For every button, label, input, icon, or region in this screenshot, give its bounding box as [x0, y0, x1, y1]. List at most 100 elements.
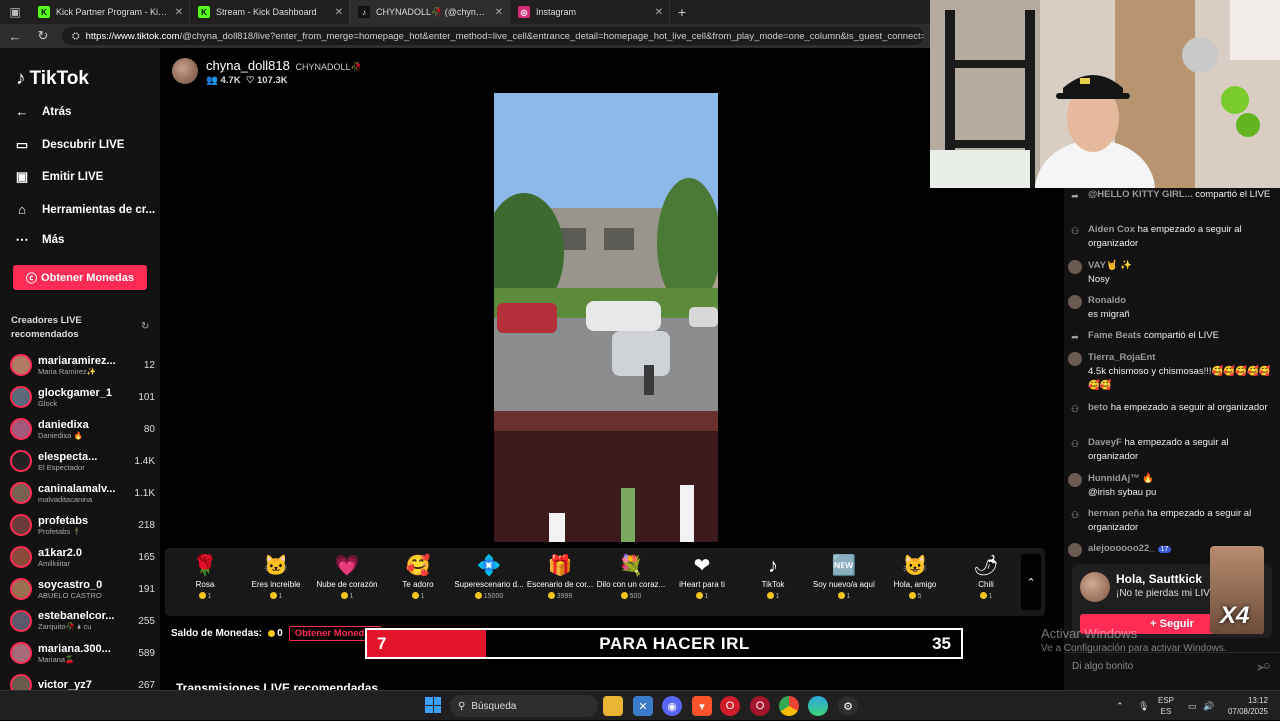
browser-tab[interactable]: K Stream - Kick Dashboard ✕ — [190, 0, 350, 24]
gift-item[interactable]: 😺 Hola, amigo 5 — [879, 552, 951, 600]
chat-username[interactable]: Ronaldo — [1088, 295, 1126, 306]
chrome-icon[interactable] — [779, 696, 799, 716]
refresh-icon[interactable]: ↻ — [141, 321, 149, 332]
chat-message[interactable]: ⚇ beto ha empezado a seguir al organizado… — [1068, 401, 1276, 416]
tiktok-logo[interactable]: ♪ TikTok — [16, 68, 89, 90]
sidebar-nav-item[interactable]: ← Atrás — [14, 104, 72, 119]
chat-username[interactable]: Fame Beats — [1088, 330, 1141, 341]
gift-item[interactable]: 🐱 Eres increíble 1 — [240, 552, 312, 600]
opera-gx-icon[interactable]: O — [750, 696, 770, 716]
brave-icon[interactable]: ▾ — [692, 696, 712, 716]
chat-username[interactable]: Tierra_RojaEnt — [1088, 352, 1155, 363]
chevron-up-icon[interactable]: ⌃ — [1021, 554, 1041, 610]
chat-username[interactable]: HunnidAj™ 🔥 — [1088, 473, 1154, 484]
get-coins-button[interactable]: ⓒ Obtener Monedas — [13, 265, 147, 290]
site-info-icon[interactable]: ⛭ — [72, 31, 80, 42]
microphone-icon[interactable]: 🎙 — [1138, 691, 1149, 721]
chat-input-placeholder: Di algo bonito — [1072, 661, 1134, 672]
gift-item[interactable]: ♪ TikTok 1 — [737, 552, 809, 600]
creator-item[interactable]: soycastro_0 ABUELO CASTRO 191 — [10, 574, 155, 604]
network-icon[interactable]: ▭ — [1188, 691, 1197, 721]
chat-username[interactable]: beto — [1088, 402, 1108, 413]
close-tab-icon[interactable]: ✕ — [175, 7, 183, 18]
chat-message[interactable]: Tierra_RojaEnt 4.5k chismoso y chismosas!… — [1068, 351, 1276, 393]
new-tab-button[interactable]: + — [670, 0, 694, 24]
gift-item[interactable]: 🌶 Chili 1 — [950, 552, 1022, 600]
creator-item[interactable]: victor_yz7 267 — [10, 670, 155, 690]
gift-item[interactable]: ❤ iHeart para ti 1 — [666, 552, 738, 600]
close-tab-icon[interactable]: ✕ — [655, 7, 663, 18]
chat-message[interactable]: ➦ @HELLO KITTY GIRL... compartió el LIVE — [1068, 188, 1276, 203]
gift-item[interactable]: 🎁 Escenario de cor... 3999 — [524, 552, 596, 600]
creator-item[interactable]: daniedixa Daniedixa 🔥 80 — [10, 414, 155, 444]
edge-icon[interactable] — [808, 696, 828, 716]
send-icon[interactable]: ➤ — [1256, 661, 1265, 674]
coin-icon — [269, 592, 277, 599]
file-explorer-icon[interactable] — [603, 696, 623, 716]
windows-start-icon[interactable] — [425, 697, 441, 713]
chat-message[interactable]: ⚇ hernan peña ha empezado a seguir al org… — [1068, 507, 1276, 535]
close-tab-icon[interactable]: ✕ — [495, 7, 503, 18]
chat-message[interactable]: ➦ Fame Beats compartió el LIVE — [1068, 329, 1276, 344]
sidebar-nav-label: Atrás — [42, 105, 72, 118]
creator-item[interactable]: caninalamalv... malvaditacanina 1.1K — [10, 478, 155, 508]
browser-tab[interactable]: ◎ Instagram ✕ — [510, 0, 670, 24]
chat-username[interactable]: @HELLO KITTY GIRL... — [1088, 189, 1193, 200]
sidebar-nav-item[interactable]: ▣ Emitir LIVE — [14, 169, 104, 185]
back-icon[interactable]: ← — [6, 29, 24, 44]
settings-icon[interactable]: ⚙ — [838, 696, 858, 716]
host-info[interactable]: chyna_doll818 CHYNADOLL🥀 👥 4.7K ♡ 107.3K — [172, 58, 362, 86]
chat-message[interactable]: Ronaldo es migrañ — [1068, 294, 1276, 322]
browser-tab[interactable]: K Kick Partner Program - Kick Dash ✕ — [30, 0, 190, 24]
creator-item[interactable]: glockgamer_1 Glock 101 — [10, 382, 155, 412]
discord-icon[interactable]: ◉ — [662, 696, 682, 716]
chat-username[interactable]: hernan peña — [1088, 508, 1145, 519]
creator-viewer-count: 255 — [138, 615, 155, 627]
gift-name: Eres increíble — [251, 580, 301, 589]
reload-icon[interactable]: ↻ — [34, 28, 52, 44]
chat-message[interactable]: HunnidAj™ 🔥 @irish sybau pu — [1068, 472, 1276, 500]
host-avatar[interactable] — [172, 58, 198, 84]
browser-tab[interactable]: ♪ CHYNADOLL🥀 (@chyna_d ✕ — [350, 0, 510, 24]
creator-item[interactable]: elespecta... El Espectador 1.4K — [10, 446, 155, 476]
sidebar-nav-item[interactable]: ▭ Descubrir LIVE — [14, 137, 125, 153]
url-field[interactable]: ⛭ https://www.tiktok.com/@chyna_doll818/… — [62, 27, 924, 45]
gift-item[interactable]: 💠 Superescenario d... 15000 — [453, 552, 525, 600]
creator-item[interactable]: mariaramirez... Maria Ramirez✨ 12 — [10, 350, 155, 380]
recommended-creators-title: Creadores LIVE recomendados — [11, 315, 82, 340]
creator-item[interactable]: a1kar2.0 Amilkiiitar 165 — [10, 542, 155, 572]
sidebar-nav-item[interactable]: ⋯ Más — [14, 232, 65, 248]
window-menu-icon[interactable]: ▣ — [0, 0, 30, 24]
live-video[interactable] — [494, 93, 718, 542]
chat-username[interactable]: Aiden Cox — [1088, 224, 1135, 235]
clock[interactable]: 13:12 07/08/2025 — [1222, 695, 1268, 717]
gift-price: 1 — [169, 592, 241, 600]
creator-item[interactable]: estebanelcor... Zarquito🥀 🌢 cu 255 — [10, 606, 155, 636]
creator-item[interactable]: mariana.300... Mariana🍒 589 — [10, 638, 155, 668]
chat-input[interactable]: Di algo bonito ☺ — [1064, 652, 1280, 680]
close-tab-icon[interactable]: ✕ — [335, 7, 343, 18]
creator-item[interactable]: profetabs Profetabs 🕴 218 — [10, 510, 155, 540]
back-arrow-icon: ← — [15, 104, 29, 119]
taskbar-search[interactable]: ⚲ Búsqueda — [450, 695, 598, 717]
gift-item[interactable]: 💐 Dilo con un coraz... 500 — [595, 552, 667, 600]
language-indicator[interactable]: ESP ES — [1158, 695, 1174, 717]
chat-message[interactable]: VAY🤘 ✨ Nosy — [1068, 259, 1276, 287]
gift-item[interactable]: 🌹 Rosa 1 — [169, 552, 241, 600]
creator-viewer-count: 267 — [138, 679, 155, 691]
gift-item[interactable]: 💗 Nube de corazón 1 — [311, 552, 383, 600]
chat-username[interactable]: DaveyF — [1088, 437, 1122, 448]
gift-name: iHeart para ti — [679, 580, 725, 589]
sidebar-nav-item[interactable]: ⌂ Herramientas de cr... — [14, 202, 155, 217]
chat-username[interactable]: VAY🤘 ✨ — [1088, 260, 1132, 271]
capcut-icon[interactable]: ✕ — [633, 696, 653, 716]
gift-item[interactable]: 🥰 Te adoro 1 — [382, 552, 454, 600]
volume-icon[interactable]: 🔊 — [1203, 691, 1214, 721]
chat-message[interactable]: ⚇ DaveyF ha empezado a seguir al organiza… — [1068, 436, 1276, 464]
chevron-up-tray-icon[interactable]: ⌃ — [1116, 691, 1124, 721]
chat-username[interactable]: alejoooooo22_ — [1088, 543, 1155, 554]
opera-icon[interactable]: O — [720, 696, 740, 716]
host-name[interactable]: chyna_doll818 CHYNADOLL🥀 — [206, 58, 362, 73]
gift-item[interactable]: 🆕 Soy nuevo/a aquí 1 — [808, 552, 880, 600]
chat-message[interactable]: ⚇ Aiden Cox ha empezado a seguir al organ… — [1068, 223, 1276, 251]
